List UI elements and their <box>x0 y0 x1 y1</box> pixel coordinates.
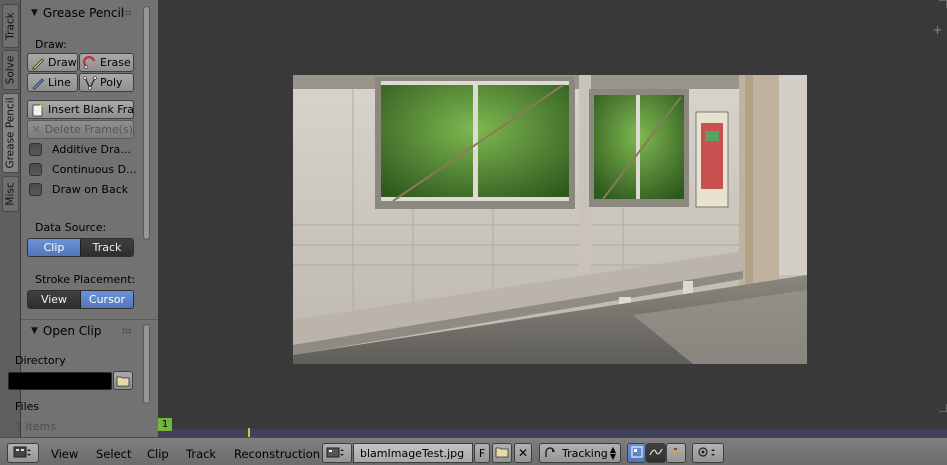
browse-clip-button[interactable] <box>322 443 352 463</box>
draw-label: Draw: <box>35 38 67 51</box>
stroke-placement-view[interactable]: View <box>28 291 80 308</box>
additive-drawing-label: Additive Dra... <box>52 142 131 156</box>
delete-frames-button[interactable]: ✕ Delete Frame(s) <box>27 120 134 139</box>
files-count: 1 items <box>15 420 57 433</box>
updown-arrows-icon: ▲ ▼ <box>609 445 616 461</box>
menu-reconstruction[interactable]: Reconstruction <box>234 447 320 461</box>
x-icon: ✕ <box>31 123 41 136</box>
tab-track-label: Track <box>4 12 17 40</box>
tab-grease-pencil-label: Grease Pencil <box>4 97 17 169</box>
panel-title: Grease Pencil <box>42 6 125 20</box>
editor-type-button[interactable] <box>7 443 39 463</box>
graph-icon <box>649 446 663 461</box>
grease-pencil-panel: ▼ Grease Pencil Draw: Draw Erase Line Po… <box>21 0 158 316</box>
clip-name-field[interactable]: blamImageTest.jpg <box>353 443 473 463</box>
timeline-band <box>158 429 947 437</box>
insert-blank-frame-button[interactable]: Insert Blank Fra... <box>27 100 134 119</box>
draw-button[interactable]: Draw <box>27 53 78 72</box>
dopesheet-icon <box>669 446 683 461</box>
poly-button-label: Poly <box>100 76 123 89</box>
collapse-triangle-icon: ▼ <box>31 8 38 18</box>
data-source-clip[interactable]: Clip <box>28 239 80 256</box>
drag-grip-icon[interactable] <box>122 328 132 334</box>
drag-grip-icon[interactable] <box>122 10 132 16</box>
stroke-placement-toggle: View Cursor <box>27 290 134 309</box>
folder-icon <box>116 374 130 388</box>
data-source-toggle: Clip Track <box>27 238 134 257</box>
view-clip-toggle[interactable] <box>627 443 646 463</box>
tracking-icon <box>544 446 556 461</box>
clip-image <box>293 75 807 364</box>
current-frame-marker[interactable]: 1 <box>158 418 172 431</box>
clip-browse-icon <box>326 446 348 461</box>
files-label: Files <box>15 400 40 413</box>
x-icon: ✕ <box>517 446 529 460</box>
line-button[interactable]: Line <box>27 73 78 92</box>
view-graph-toggle[interactable] <box>646 443 666 463</box>
browse-directory-button[interactable] <box>113 371 133 390</box>
unlink-clip-button[interactable]: ✕ <box>514 443 532 463</box>
clip-editor-icon <box>13 446 33 461</box>
eraser-icon <box>83 55 97 70</box>
additive-drawing-checkbox[interactable]: Additive Dra... <box>29 141 131 157</box>
checkbox-box <box>29 162 42 176</box>
line-pencil-icon <box>31 76 45 90</box>
directory-label: Directory <box>15 354 66 367</box>
pivot-icon <box>697 446 719 461</box>
panel-title: Open Clip <box>42 324 102 338</box>
tab-solve[interactable]: Solve <box>2 50 19 90</box>
tab-solve-label: Solve <box>4 55 17 85</box>
insert-blank-frame-label: Insert Blank Fra... <box>48 103 134 116</box>
clip-viewer[interactable]: + <box>158 0 947 418</box>
line-button-label: Line <box>48 76 71 89</box>
tool-shelf-scrollbar[interactable] <box>143 6 150 240</box>
continuous-drawing-checkbox[interactable]: Continuous D... <box>29 161 137 177</box>
checkbox-box <box>29 182 42 196</box>
draw-button-label: Draw <box>48 56 77 69</box>
tab-misc-label: Misc <box>4 182 17 206</box>
clip-timeline[interactable]: 1 <box>158 418 947 437</box>
continuous-drawing-label: Continuous D... <box>52 162 137 176</box>
menu-view[interactable]: View <box>51 447 78 461</box>
menu-track[interactable]: Track <box>186 447 216 461</box>
open-clip-panel: ▼ Open Clip Directory Files 1 items <box>8 319 158 437</box>
fake-user-button[interactable]: F <box>474 443 490 463</box>
draw-on-back-checkbox[interactable]: Draw on Back <box>29 181 128 197</box>
keyframe-tick <box>248 428 250 437</box>
clip-view-icon <box>631 446 643 461</box>
clip-editor-header: View Select Clip Track Reconstruction bl… <box>0 437 947 465</box>
folder-icon <box>495 446 509 461</box>
new-frame-icon <box>31 102 45 117</box>
erase-button-label: Erase <box>100 56 131 69</box>
view-dopesheet-toggle[interactable] <box>666 443 686 463</box>
tool-shelf: ▼ Grease Pencil Draw: Draw Erase Line Po… <box>8 0 158 437</box>
corner-widget[interactable] <box>939 404 947 412</box>
directory-field[interactable] <box>8 372 112 390</box>
checkbox-box <box>29 142 42 156</box>
tab-misc[interactable]: Misc <box>2 176 19 212</box>
tab-grease-pencil[interactable]: Grease Pencil <box>2 93 19 173</box>
erase-button[interactable]: Erase <box>79 53 134 72</box>
open-clip-button[interactable] <box>492 443 512 463</box>
corner-widget[interactable] <box>939 0 947 8</box>
menu-clip[interactable]: Clip <box>147 447 169 461</box>
menu-select[interactable]: Select <box>96 447 131 461</box>
data-source-label: Data Source: <box>35 221 107 234</box>
collapse-triangle-icon: ▼ <box>31 326 38 336</box>
data-source-track[interactable]: Track <box>80 239 133 256</box>
pivot-dropdown[interactable] <box>692 443 724 463</box>
mode-dropdown[interactable]: Tracking ▲ ▼ <box>539 443 621 463</box>
stroke-placement-label: Stroke Placement: <box>35 273 136 286</box>
draw-on-back-label: Draw on Back <box>52 182 129 196</box>
plus-icon[interactable]: + <box>932 24 943 36</box>
tab-track[interactable]: Track <box>2 4 19 48</box>
mode-label: Tracking <box>562 446 608 460</box>
stroke-placement-cursor[interactable]: Cursor <box>80 291 133 308</box>
pencil-icon <box>31 56 45 70</box>
open-clip-scrollbar[interactable] <box>143 324 150 404</box>
poly-button[interactable]: Poly <box>79 73 134 92</box>
delete-frames-label: Delete Frame(s) <box>44 123 133 136</box>
poly-icon <box>83 75 97 90</box>
station-shelter-image <box>293 75 807 364</box>
